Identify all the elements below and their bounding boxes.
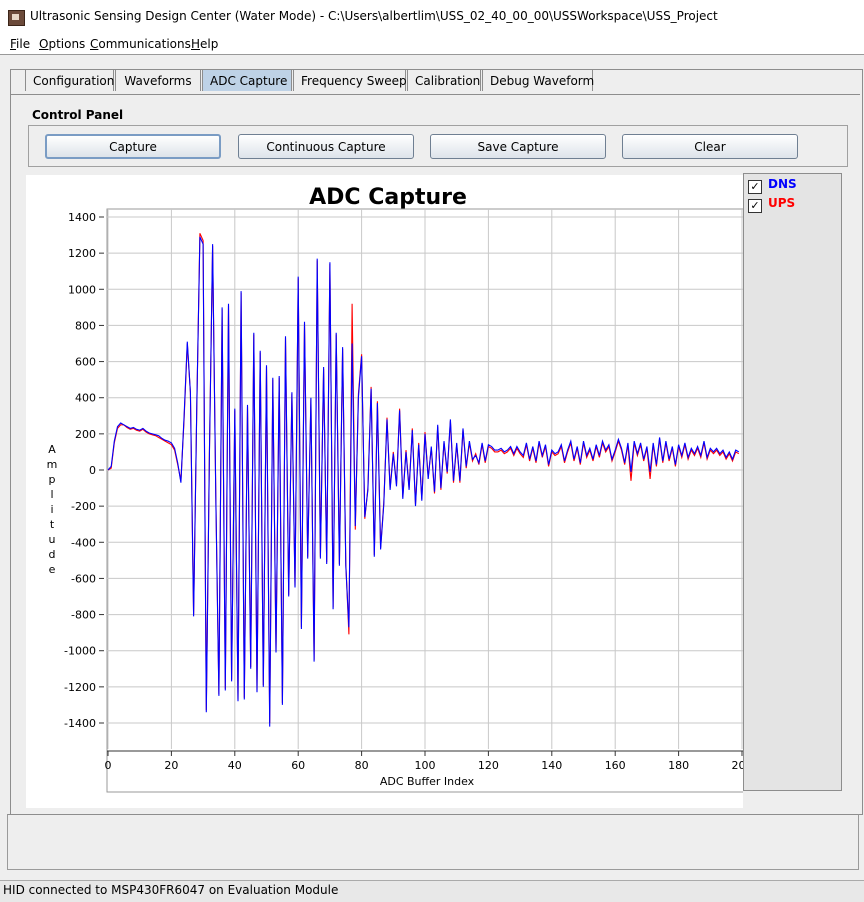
menu-bar: File Options Communications Help <box>0 34 864 54</box>
tab-container: Configuration Waveforms ADC Capture Freq… <box>10 69 863 815</box>
y-tick-label: 200 <box>75 428 96 441</box>
legend-label-dns: DNS <box>768 177 797 191</box>
legend-label-ups: UPS <box>768 196 796 210</box>
x-tick-label: 100 <box>415 759 436 772</box>
y-axis-label-letter: i <box>50 503 53 516</box>
clear-button[interactable]: Clear <box>622 134 798 159</box>
y-tick-label: -800 <box>71 609 96 622</box>
continuous-capture-button[interactable]: Continuous Capture <box>238 134 414 159</box>
tab-waveforms[interactable]: Waveforms <box>115 69 201 91</box>
control-panel-label: Control Panel <box>32 108 124 122</box>
status-text: HID connected to MSP430FR6047 on Evaluat… <box>3 883 339 897</box>
y-axis-label-letter: p <box>49 473 56 486</box>
legend-item-dns[interactable]: ✓ DNS <box>748 176 797 194</box>
y-tick-label: -1000 <box>64 645 96 658</box>
y-tick-label: 800 <box>75 319 96 332</box>
y-axis-label-letter: d <box>49 548 56 561</box>
y-tick-label: -1400 <box>64 717 96 730</box>
main-frame: Configuration Waveforms ADC Capture Freq… <box>0 54 864 881</box>
x-tick-label: 80 <box>355 759 369 772</box>
chart-title: ADC Capture <box>309 185 467 210</box>
x-tick-label: 20 <box>164 759 178 772</box>
menu-help[interactable]: Help <box>191 37 218 51</box>
dns-checkbox[interactable]: ✓ <box>748 180 762 194</box>
y-tick-label: -600 <box>71 572 96 585</box>
tab-configuration[interactable]: Configuration <box>25 69 114 91</box>
y-axis-label-letter: t <box>50 518 55 531</box>
tab-adc-capture[interactable]: ADC Capture <box>202 69 292 91</box>
control-panel: Capture Continuous Capture Save Capture … <box>28 125 848 167</box>
x-axis-label: ADC Buffer Index <box>380 775 475 788</box>
y-axis-label-letter: m <box>47 458 58 471</box>
save-capture-button[interactable]: Save Capture <box>430 134 606 159</box>
y-tick-label: -400 <box>71 536 96 549</box>
y-axis-label-letter: l <box>50 488 53 501</box>
window-title: Ultrasonic Sensing Design Center (Water … <box>30 9 718 23</box>
y-tick-label: 0 <box>89 464 96 477</box>
y-axis-label-letter: u <box>49 533 56 546</box>
y-tick-label: 1000 <box>68 283 96 296</box>
menu-file[interactable]: File <box>10 37 30 51</box>
y-tick-label: 1400 <box>68 211 96 224</box>
x-tick-label: 0 <box>105 759 112 772</box>
capture-button[interactable]: Capture <box>45 134 221 159</box>
x-tick-label: 160 <box>605 759 626 772</box>
tab-frequency-sweep[interactable]: Frequency Sweep <box>293 69 407 91</box>
tab-calibration[interactable]: Calibration <box>407 69 481 91</box>
ups-checkbox[interactable]: ✓ <box>748 199 762 213</box>
menu-options[interactable]: Options <box>39 37 85 51</box>
status-bar: HID connected to MSP430FR6047 on Evaluat… <box>0 880 864 902</box>
adc-capture-panel: Control Panel Capture Continuous Capture… <box>11 94 860 813</box>
adc-capture-chart: ADC Capture 1400120010008006004002000-20… <box>47 185 753 793</box>
y-tick-label: 1200 <box>68 247 96 260</box>
y-tick-label: -200 <box>71 500 96 513</box>
app-logo-icon <box>8 10 25 26</box>
legend-panel: ✓ DNS ✓ UPS <box>743 173 842 791</box>
y-axis-label: Amplitude <box>47 443 58 576</box>
x-tick-label: 180 <box>668 759 689 772</box>
menu-communications[interactable]: Communications <box>90 37 191 51</box>
y-tick-label: 600 <box>75 356 96 369</box>
y-axis-ticks: 1400 1200 1000 800 600 400 200 0 -200 -400 -600 -80… <box>64 211 104 730</box>
x-tick-label: 40 <box>228 759 242 772</box>
title-bar: Ultrasonic Sensing Design Center (Water … <box>0 0 864 34</box>
y-tick-label: -1200 <box>64 681 96 694</box>
legend-item-ups[interactable]: ✓ UPS <box>748 195 796 213</box>
x-tick-label: 60 <box>291 759 305 772</box>
tab-debug-waveform[interactable]: Debug Waveform <box>482 69 594 91</box>
y-axis-label-letter: e <box>49 563 56 576</box>
y-tick-label: 400 <box>75 392 96 405</box>
chart-panel: ADC Capture 1400 1200 1000 800 600 400 200 0 -20… <box>26 175 753 808</box>
x-tick-label: 140 <box>541 759 562 772</box>
x-tick-label: 120 <box>478 759 499 772</box>
x-tick-label: 200 <box>732 759 744 772</box>
lower-panel <box>7 814 859 870</box>
y-axis-label-letter: A <box>48 443 56 456</box>
